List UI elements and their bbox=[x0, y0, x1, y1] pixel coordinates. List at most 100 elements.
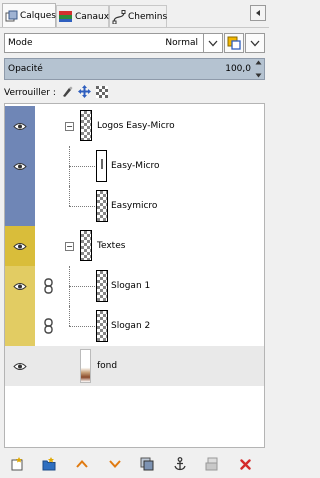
link-toggle[interactable] bbox=[35, 266, 61, 306]
tab-label: Calques bbox=[20, 11, 56, 21]
lock-row: Verrouiller : bbox=[4, 85, 108, 101]
layer-row[interactable]: − Textes bbox=[5, 226, 264, 266]
visibility-toggle[interactable] bbox=[5, 106, 35, 146]
tab-label: Canaux bbox=[75, 11, 110, 22]
tab-label: Chemins bbox=[128, 11, 168, 22]
anchor-layer-icon bbox=[174, 457, 186, 471]
opacity-spinner[interactable] bbox=[253, 60, 263, 78]
layer-row[interactable]: Easymicro bbox=[5, 186, 264, 226]
layer-row[interactable]: − Logos Easy-Micro bbox=[5, 106, 264, 146]
layer-row[interactable]: Slogan 1 bbox=[5, 266, 264, 306]
spin-down-icon bbox=[255, 73, 261, 78]
layer-thumbnail bbox=[80, 110, 92, 141]
lock-pixels-icon[interactable] bbox=[61, 86, 73, 101]
merge-down-icon bbox=[205, 457, 218, 471]
duplicate-layer-icon bbox=[140, 457, 154, 471]
lower-layer-icon bbox=[109, 460, 121, 468]
layer-name: Slogan 2 bbox=[111, 321, 151, 331]
link-toggle[interactable] bbox=[35, 106, 61, 146]
composite-mode-dropdown[interactable] bbox=[245, 33, 265, 53]
tree-line bbox=[69, 186, 70, 206]
mode-label: Mode bbox=[8, 38, 33, 48]
tree-line bbox=[69, 286, 95, 287]
paths-icon bbox=[112, 9, 126, 24]
link-toggle[interactable] bbox=[35, 226, 61, 266]
layer-name: Slogan 1 bbox=[111, 281, 151, 291]
new-layer-button[interactable] bbox=[8, 455, 26, 473]
link-toggle[interactable] bbox=[35, 146, 61, 186]
spin-up-icon bbox=[255, 60, 261, 65]
lower-layer-button[interactable] bbox=[106, 455, 124, 473]
tab-canaux[interactable]: Canaux bbox=[56, 5, 109, 27]
lock-alpha-icon[interactable] bbox=[95, 85, 108, 101]
layer-thumbnail bbox=[96, 190, 108, 222]
tab-calques[interactable]: Calques bbox=[2, 3, 56, 28]
layer-thumbnail bbox=[96, 150, 107, 182]
link-toggle[interactable] bbox=[35, 186, 61, 226]
link-toggle[interactable] bbox=[35, 306, 61, 346]
opacity-value: 100,0 bbox=[225, 64, 251, 74]
visibility-toggle[interactable] bbox=[5, 346, 35, 386]
opacity-label: Opacité bbox=[8, 64, 43, 74]
triangle-left-icon bbox=[256, 10, 260, 16]
visibility-toggle[interactable] bbox=[5, 266, 35, 306]
visibility-toggle[interactable] bbox=[5, 146, 35, 186]
layer-row-selected[interactable]: fond bbox=[5, 346, 264, 386]
duplicate-layer-button[interactable] bbox=[138, 455, 156, 473]
visibility-toggle[interactable] bbox=[5, 186, 35, 226]
mode-value: Normal bbox=[165, 38, 198, 48]
mode-combo[interactable]: Mode Normal bbox=[4, 33, 223, 53]
visibility-toggle[interactable] bbox=[5, 306, 35, 346]
layer-row[interactable]: Slogan 2 bbox=[5, 306, 264, 346]
eye-icon bbox=[13, 362, 27, 370]
new-group-button[interactable] bbox=[40, 455, 58, 473]
eye-icon bbox=[13, 122, 27, 130]
tree-line bbox=[69, 326, 95, 327]
opacity-slider[interactable]: Opacité 100,0 bbox=[4, 58, 265, 80]
eye-icon bbox=[13, 242, 27, 250]
dock-menu-button[interactable] bbox=[250, 5, 266, 21]
lock-position-icon[interactable] bbox=[77, 85, 91, 101]
layers-icon bbox=[5, 9, 18, 23]
visibility-toggle[interactable] bbox=[5, 226, 35, 266]
chain-icon bbox=[43, 318, 53, 334]
layer-name: Logos Easy-Micro bbox=[97, 121, 175, 131]
layer-name: Easy-Micro bbox=[111, 161, 160, 171]
dock-tabbar: Calques Canaux Chemins bbox=[0, 0, 269, 28]
anchor-layer-button[interactable] bbox=[171, 455, 189, 473]
layer-name: fond bbox=[97, 361, 118, 371]
delete-layer-button[interactable] bbox=[236, 455, 254, 473]
raise-layer-icon bbox=[76, 460, 88, 468]
collapse-icon[interactable]: − bbox=[65, 242, 74, 251]
tree-line bbox=[69, 306, 70, 326]
link-toggle[interactable] bbox=[35, 346, 61, 386]
merge-down-button[interactable] bbox=[203, 455, 221, 473]
chevron-down-icon[interactable] bbox=[203, 34, 222, 52]
composite-mode-icon bbox=[227, 36, 241, 50]
layer-row[interactable]: Easy-Micro bbox=[5, 146, 264, 186]
new-group-icon bbox=[42, 457, 56, 471]
raise-layer-button[interactable] bbox=[73, 455, 91, 473]
layers-list[interactable]: − Logos Easy-Micro Easy-Micro Easymicro … bbox=[4, 103, 265, 448]
tab-separator bbox=[0, 27, 269, 28]
eye-icon bbox=[13, 282, 27, 290]
new-layer-icon bbox=[11, 457, 23, 471]
layer-thumbnail bbox=[80, 230, 92, 261]
chevron-down-icon bbox=[250, 40, 260, 46]
layers-toolbar bbox=[0, 450, 269, 478]
tree-line bbox=[69, 206, 95, 207]
channels-icon bbox=[59, 10, 73, 24]
chain-icon bbox=[43, 278, 53, 294]
layer-thumbnail bbox=[96, 270, 108, 302]
tab-chemins[interactable]: Chemins bbox=[109, 5, 167, 27]
composite-mode-button[interactable] bbox=[224, 33, 244, 53]
lock-label: Verrouiller : bbox=[4, 88, 56, 98]
delete-layer-icon bbox=[239, 458, 251, 470]
collapse-icon[interactable]: − bbox=[65, 122, 74, 131]
layer-thumbnail bbox=[80, 349, 91, 383]
eye-icon bbox=[13, 162, 27, 170]
layer-name: Textes bbox=[97, 241, 126, 251]
layer-thumbnail bbox=[96, 310, 108, 342]
layer-name: Easymicro bbox=[111, 201, 158, 211]
tree-line bbox=[69, 166, 95, 167]
